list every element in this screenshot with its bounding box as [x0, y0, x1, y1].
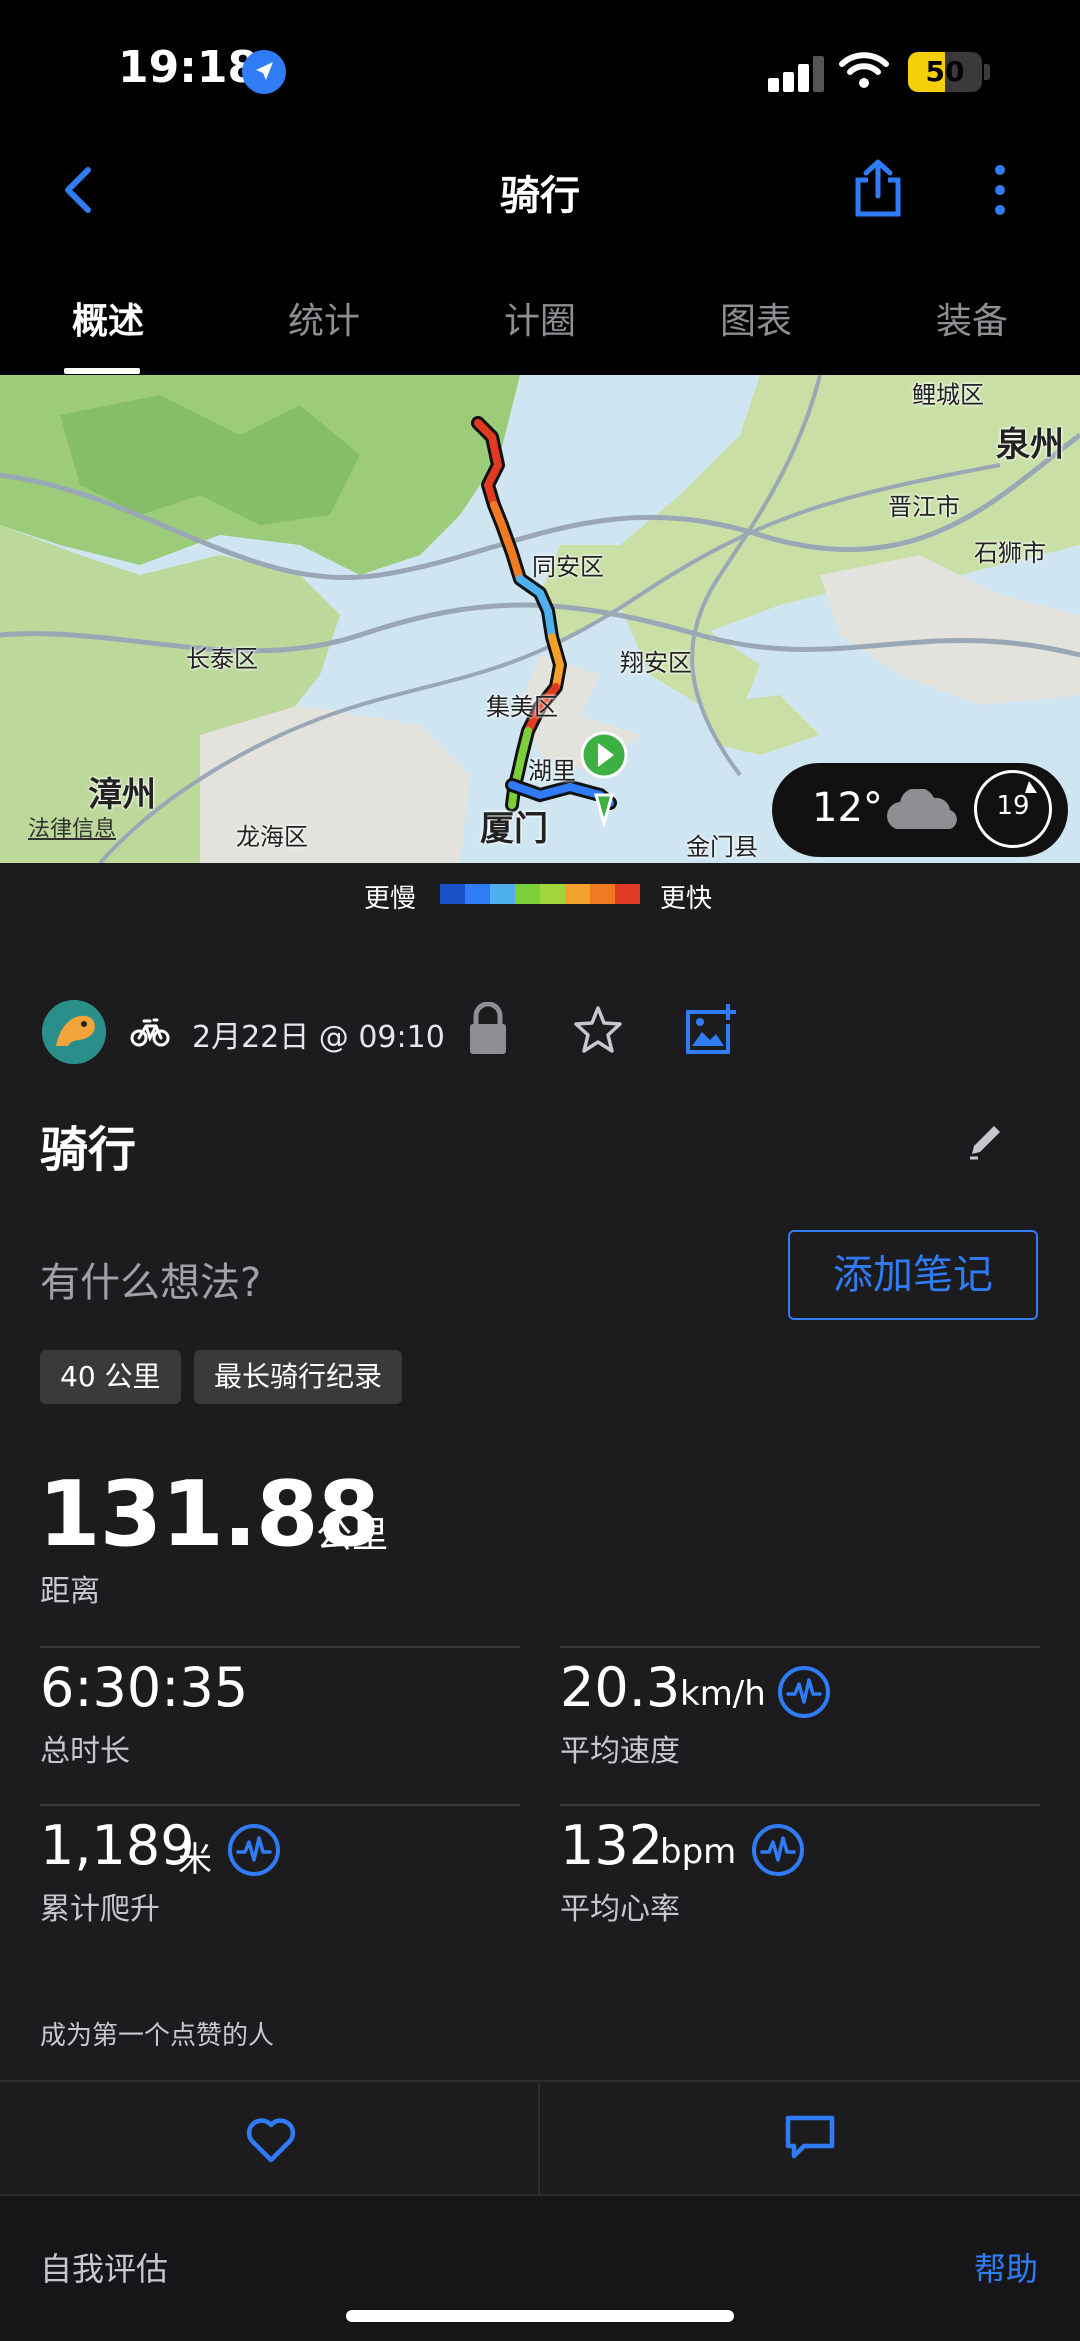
- page-title: 骑行: [500, 173, 580, 219]
- legend-faster-label: 更快: [660, 884, 713, 914]
- star-icon[interactable]: [572, 1004, 624, 1056]
- action-divider: [538, 2080, 540, 2194]
- map-label-zhangzhou: 漳州: [88, 775, 156, 815]
- map-label-shishi: 石狮市: [974, 539, 1046, 567]
- speed-legend: 更慢 更快: [0, 868, 1080, 920]
- ascent-unit: 米: [178, 1840, 212, 1880]
- legend-color-segment: [490, 884, 515, 904]
- divider: [40, 1804, 520, 1806]
- wifi-icon: [838, 50, 890, 90]
- weather-temperature: 12°: [812, 785, 883, 831]
- avatar[interactable]: [42, 1000, 106, 1064]
- divider: [560, 1646, 1040, 1648]
- first-like-text: 成为第一个点赞的人: [40, 2021, 275, 2051]
- map-label-changtai: 长泰区: [186, 645, 258, 673]
- badge-40km: 40 公里: [40, 1350, 181, 1404]
- legend-color-segment: [465, 884, 490, 904]
- legend-color-segment: [515, 884, 540, 904]
- map-label-longhai: 龙海区: [236, 823, 308, 851]
- elevation-chart-icon[interactable]: [228, 1824, 280, 1876]
- comment-icon: [785, 2115, 835, 2159]
- battery-icon: 50: [908, 52, 982, 92]
- cloud-icon: [880, 787, 964, 833]
- share-button[interactable]: [852, 158, 904, 220]
- tab-charts[interactable]: 图表: [648, 292, 864, 344]
- distance-label: 距离: [40, 1574, 100, 1609]
- divider: [560, 1804, 1040, 1806]
- thoughts-placeholder[interactable]: 有什么想法?: [40, 1250, 261, 1308]
- map-label-jinjiang: 晋江市: [888, 493, 960, 521]
- legal-info-link[interactable]: 法律信息: [28, 811, 116, 843]
- bicycle-icon: [130, 1014, 170, 1048]
- location-arrow-icon: [242, 50, 286, 94]
- map-label-huli: 湖里: [528, 757, 576, 785]
- route-map[interactable]: 鲤城区 泉州 晋江市 石狮市 同安区 长泰区 翔安区 集美区 漳州 湖里 厦门 …: [0, 375, 1080, 863]
- avg-speed-label: 平均速度: [560, 1734, 680, 1769]
- privacy-lock-icon[interactable]: [466, 1001, 510, 1056]
- battery-level: 50: [925, 55, 965, 88]
- avg-hr-value: 132: [560, 1814, 664, 1877]
- heart-rate-chart-icon[interactable]: [752, 1824, 804, 1876]
- share-icon: [855, 159, 901, 217]
- map-label-quanzhou: 泉州: [996, 425, 1064, 465]
- map-label-jimei: 集美区: [486, 693, 558, 721]
- avg-speed-value: 20.3: [560, 1656, 681, 1719]
- duration-label: 总时长: [40, 1734, 130, 1769]
- legend-slower-label: 更慢: [364, 884, 417, 914]
- tab-laps[interactable]: 计圈: [432, 292, 648, 344]
- activity-title: 骑行: [40, 1122, 137, 1178]
- map-label-xiamen: 厦门: [480, 809, 548, 849]
- tab-stats[interactable]: 统计: [216, 292, 432, 344]
- home-indicator[interactable]: [346, 2310, 734, 2322]
- add-photo-icon[interactable]: [684, 1002, 738, 1056]
- more-vertical-icon: [995, 165, 1005, 215]
- action-bar: [0, 2080, 1080, 2196]
- legend-color-segment: [615, 884, 640, 904]
- legend-color-segment: [590, 884, 615, 904]
- heart-icon: [246, 2118, 296, 2163]
- more-button[interactable]: [980, 160, 1020, 220]
- tab-overview[interactable]: 概述: [0, 292, 216, 344]
- status-time: 19:18: [118, 42, 259, 93]
- avg-hr-unit: bpm: [660, 1832, 737, 1872]
- divider: [40, 1646, 520, 1648]
- tab-bar: 概述 统计 计圈 图表 装备: [0, 280, 1080, 375]
- self-evaluation-label: 自我评估: [40, 2250, 169, 2288]
- comment-button[interactable]: [784, 2114, 836, 2162]
- edit-pencil-icon[interactable]: [966, 1120, 1006, 1160]
- legend-color-segment: [565, 884, 590, 904]
- like-button[interactable]: [244, 2116, 298, 2164]
- map-label-licheng: 鲤城区: [912, 381, 984, 409]
- ascent-label: 累计爬升: [40, 1892, 160, 1927]
- legend-color-segment: [440, 884, 465, 904]
- map-label-tongan: 同安区: [532, 553, 604, 581]
- activity-date: 2月22日 @ 09:10: [192, 1020, 445, 1055]
- wind-direction-icon: 19: [974, 770, 1052, 848]
- avg-speed-unit: km/h: [680, 1674, 766, 1714]
- legend-color-segment: [540, 884, 565, 904]
- cellular-signal-icon: [768, 56, 824, 92]
- speed-gradient-bar: [440, 884, 640, 904]
- speed-chart-icon[interactable]: [778, 1666, 830, 1718]
- tab-indicator: [64, 368, 140, 374]
- badge-longest-ride: 最长骑行纪录: [194, 1350, 403, 1404]
- tab-gear[interactable]: 装备: [864, 292, 1080, 344]
- weather-widget: 12° 19: [772, 763, 1068, 857]
- ascent-value: 1,189: [40, 1814, 195, 1877]
- battery-nub: [984, 64, 990, 80]
- map-label-jinmen: 金门县: [686, 833, 758, 861]
- help-link[interactable]: 帮助: [974, 2244, 1038, 2290]
- avg-hr-label: 平均心率: [560, 1892, 680, 1927]
- distance-unit: 公里: [316, 1515, 389, 1556]
- duration-value: 6:30:35: [40, 1656, 249, 1719]
- add-note-button[interactable]: 添加笔记: [788, 1230, 1038, 1320]
- map-label-xiangan: 翔安区: [620, 649, 692, 677]
